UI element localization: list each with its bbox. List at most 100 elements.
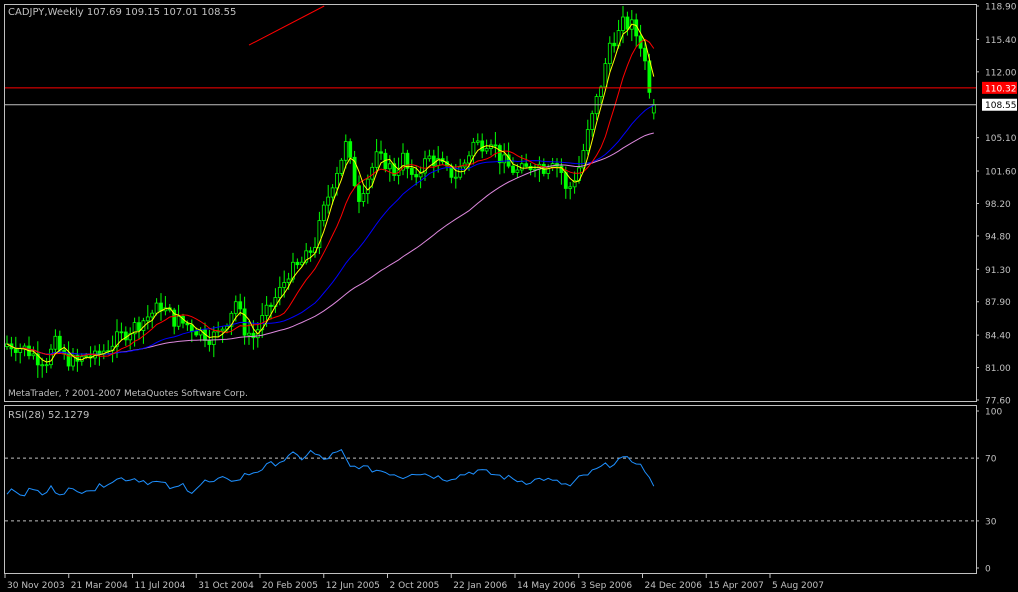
price-tick-label: 87.90 — [985, 298, 1011, 308]
price-tick-label: 118.90 — [985, 3, 1017, 13]
candle-body-up — [326, 196, 331, 206]
candle-body-down — [348, 141, 353, 158]
candle-body-up — [515, 169, 520, 173]
candle-body-up — [621, 16, 625, 32]
price-tick-label: 94.80 — [985, 232, 1011, 242]
time-tick-label: 20 Feb 2005 — [262, 581, 318, 591]
candle-body-up — [484, 148, 489, 152]
candle-body-down — [625, 16, 630, 30]
price-tick-label: 105.10 — [985, 134, 1017, 144]
candle-body-up — [599, 86, 603, 97]
candle-body-up — [603, 63, 608, 88]
candle-body-up — [233, 301, 238, 314]
time-tick-label: 5 Aug 2007 — [772, 581, 824, 591]
candle-body-up — [374, 151, 379, 168]
candle-body-down — [238, 301, 243, 310]
candle-body-down — [493, 144, 498, 147]
time-tick-label: 11 Jul 2004 — [135, 581, 186, 591]
candle-body-up — [365, 178, 370, 194]
candle-body-up — [475, 140, 480, 143]
price-tick-label: 91.30 — [985, 266, 1011, 276]
candle-body-up — [286, 278, 291, 283]
candle-body-up — [277, 287, 282, 298]
candle-body-up — [49, 348, 53, 366]
candle-body-up — [585, 129, 590, 151]
candle-body-down — [159, 302, 163, 312]
candle-body-up — [335, 173, 339, 189]
copyright-notice: MetaTrader, ? 2001-2007 MetaQuotes Softw… — [8, 389, 248, 399]
candle-body-down — [207, 340, 212, 345]
current-price-tag-label: 108.55 — [985, 101, 1017, 111]
candle-body-up — [220, 328, 225, 332]
candle-body-up — [453, 176, 458, 179]
price-tick-label: 98.20 — [985, 200, 1011, 210]
level-price-tag-label: 110.32 — [985, 84, 1017, 94]
candle-body-down — [511, 165, 515, 173]
price-tick-label: 77.60 — [985, 397, 1011, 407]
candle-body-up — [590, 113, 595, 130]
rsi-title: RSI(28) 52.1279 — [8, 410, 89, 421]
candle-body-up — [154, 302, 159, 314]
candle-body-up — [568, 186, 573, 189]
time-tick-label: 2 Oct 2005 — [390, 581, 440, 591]
candle-body-up — [339, 159, 344, 174]
candle-body-up — [211, 331, 216, 345]
time-tick-label: 31 Oct 2004 — [198, 581, 254, 591]
candle-body-up — [607, 42, 612, 65]
candle-body-up — [84, 355, 89, 358]
candle-body-down — [308, 250, 313, 253]
candle-body-down — [612, 42, 617, 47]
candle — [339, 158, 344, 177]
candle-body-down — [137, 322, 141, 331]
candle-body-up — [176, 316, 181, 327]
symbol-header: CADJPY,Weekly 107.69 109.15 107.01 108.5… — [8, 7, 236, 18]
time-tick-label: 30 Nov 2003 — [7, 581, 65, 591]
candle-body-down — [379, 151, 383, 154]
candle-body-up — [264, 304, 269, 316]
candle-body-down — [563, 172, 568, 189]
rsi-tick-label: 30 — [985, 517, 997, 527]
candle-body-up — [427, 155, 432, 160]
candle-body-up — [145, 316, 150, 322]
trading-chart: CADJPY,Weekly 107.69 109.15 107.01 108.5… — [0, 0, 1018, 592]
price-tick-label: 81.00 — [985, 364, 1011, 374]
candle-body-down — [269, 304, 273, 307]
candle-body-up — [40, 364, 45, 367]
rsi-tick-label: 100 — [985, 408, 1002, 418]
chart-background — [0, 0, 1018, 592]
candle-body-down — [189, 324, 194, 332]
price-tick-label: 115.40 — [985, 36, 1017, 46]
candle-body-down — [497, 145, 502, 164]
candle-body-down — [251, 332, 256, 339]
time-tick-label: 22 Jan 2006 — [453, 581, 507, 591]
candle-body-up — [282, 282, 287, 288]
candle-body-down — [295, 261, 300, 266]
candle-body-up — [370, 166, 375, 180]
candle-body-up — [387, 163, 392, 170]
time-tick-label: 24 Dec 2006 — [645, 581, 703, 591]
candle-body-up — [44, 364, 49, 367]
price-tick-label: 84.40 — [985, 332, 1011, 342]
time-tick-label: 3 Sep 2006 — [581, 581, 633, 591]
candle-body-up — [299, 261, 304, 266]
candle-body-up — [18, 348, 23, 353]
time-tick-label: 15 Apr 2007 — [708, 581, 764, 591]
candle-body-up — [321, 204, 326, 222]
candle-body-up — [361, 193, 366, 202]
candle-body-up — [467, 155, 471, 164]
candle-body-down — [524, 163, 529, 167]
rsi-tick-label: 0 — [985, 565, 991, 575]
candle-body-up — [53, 335, 58, 350]
candle-body-up — [247, 332, 251, 336]
candle-body-down — [414, 174, 419, 178]
candle-body-down — [13, 348, 18, 353]
candle-body-up — [519, 163, 524, 171]
candle-body-down — [119, 331, 124, 334]
candle-body-down — [480, 140, 485, 152]
time-tick-label: 12 Jun 2005 — [326, 581, 380, 591]
time-tick-label: 21 Mar 2004 — [71, 581, 128, 591]
candle-body-up — [31, 353, 36, 357]
price-tick-label: 101.60 — [985, 168, 1017, 178]
candle-body-up — [330, 187, 335, 198]
time-tick-label: 14 May 2006 — [517, 581, 576, 591]
